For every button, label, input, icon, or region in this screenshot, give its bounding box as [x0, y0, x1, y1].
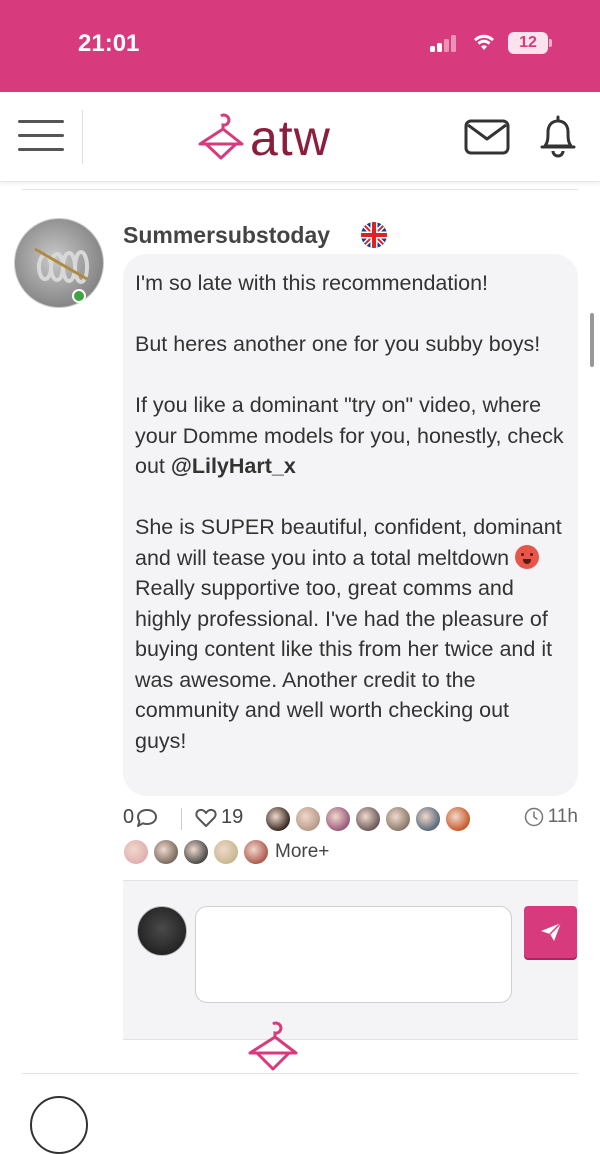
post-bubble: I'm so late with this recommendation! Bu…: [123, 254, 578, 796]
liker-avatar[interactable]: [415, 806, 441, 832]
liker-avatar[interactable]: [355, 806, 381, 832]
comment-area: [123, 880, 578, 1040]
status-bar: 21:01 12: [0, 0, 600, 92]
online-status-indicator: [72, 289, 86, 303]
liker-avatar[interactable]: [183, 839, 209, 865]
post-meta: 0 19 11h: [123, 804, 578, 834]
post-body: I'm so late with this recommendation! Bu…: [135, 268, 566, 756]
bell-icon[interactable]: [538, 114, 578, 158]
meta-separator: [181, 808, 182, 830]
uk-flag-icon: [361, 222, 387, 248]
liker-avatar[interactable]: [325, 806, 351, 832]
header-divider: [82, 110, 83, 164]
liker-avatar[interactable]: [265, 806, 291, 832]
divider: [22, 189, 578, 190]
like-button[interactable]: 19: [195, 806, 243, 829]
post-paragraph: If you like a dominant "try on" video, w…: [135, 393, 564, 478]
liker-avatar[interactable]: [385, 806, 411, 832]
like-count: 19: [221, 806, 244, 828]
liker-avatar[interactable]: [213, 839, 239, 865]
liker-avatar[interactable]: [445, 806, 471, 832]
time-ago-label: 11h: [547, 806, 578, 827]
logo-text: atw: [250, 110, 331, 166]
cellular-signal-icon: [430, 34, 460, 52]
post-paragraph: But heres another one for you subby boys…: [135, 332, 541, 356]
divider: [22, 1073, 578, 1074]
hanger-logo-icon: [198, 113, 244, 160]
wifi-icon: [474, 34, 494, 50]
post-time: 11h: [524, 806, 578, 828]
liker-avatar[interactable]: [295, 806, 321, 832]
liker-avatar[interactable]: [153, 839, 179, 865]
heart-icon: [195, 808, 217, 827]
mention-link[interactable]: @LilyHart_x: [171, 454, 296, 478]
likers-row-2: More+: [123, 838, 329, 866]
paper-plane-icon: [540, 922, 562, 941]
post-paragraph: She is SUPER beautiful, confident, domin…: [135, 515, 562, 753]
post-username[interactable]: Summersubstoday: [123, 222, 330, 249]
app-header: atw: [0, 92, 600, 182]
clock-icon: [524, 807, 543, 827]
likers-avatars: [265, 806, 471, 832]
post-paragraph: I'm so late with this recommendation!: [135, 271, 489, 295]
speech-bubble-icon: [137, 808, 158, 827]
hanger-logo-icon: [248, 1021, 298, 1071]
current-user-avatar: [137, 906, 187, 956]
hot-face-emoji-icon: [515, 544, 540, 569]
liker-avatar[interactable]: [123, 839, 149, 865]
app-logo[interactable]: atw: [196, 110, 331, 166]
comment-count-button[interactable]: 0: [123, 806, 158, 829]
battery-indicator: 12: [508, 32, 552, 54]
comment-input[interactable]: [195, 906, 512, 1003]
next-post-avatar[interactable]: [30, 1096, 88, 1154]
user-avatar[interactable]: [14, 218, 104, 308]
likers-avatars: [123, 839, 269, 865]
comment-count: 0: [123, 806, 135, 828]
mail-icon[interactable]: [464, 119, 510, 155]
status-time: 21:01: [78, 30, 140, 57]
liker-avatar[interactable]: [243, 839, 269, 865]
scrollbar[interactable]: [590, 313, 594, 367]
send-button[interactable]: [524, 906, 577, 958]
hamburger-icon[interactable]: [18, 118, 64, 154]
more-likers-link[interactable]: More+: [275, 841, 329, 863]
